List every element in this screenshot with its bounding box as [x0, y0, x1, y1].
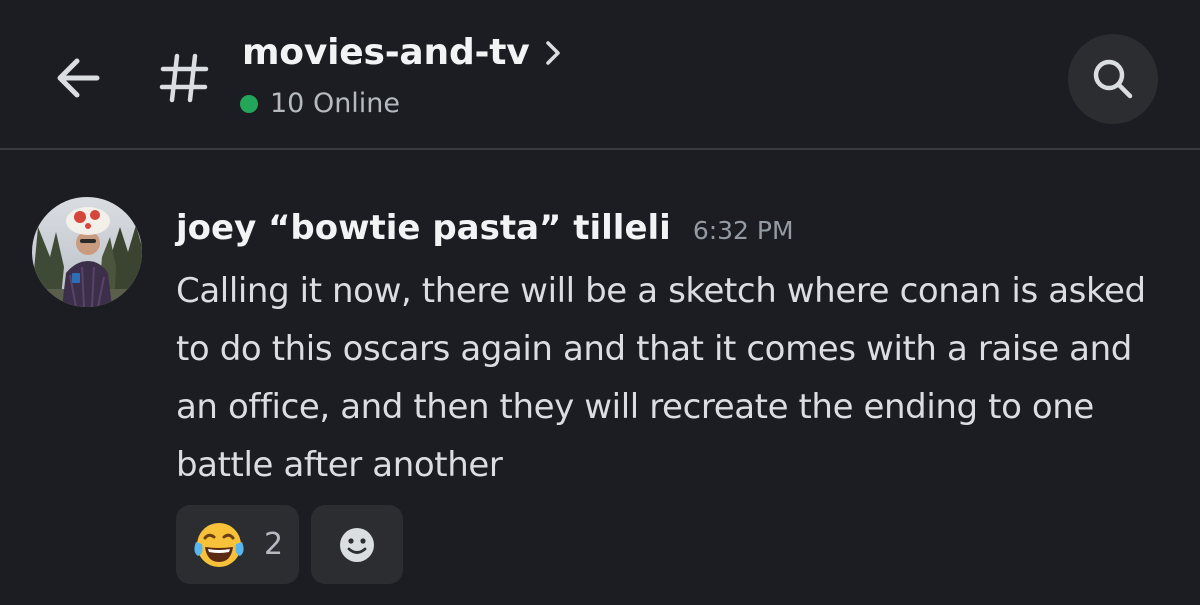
- channel-header: movies-and-tv 10 Online: [0, 0, 1200, 150]
- search-button[interactable]: [1068, 34, 1158, 124]
- search-icon: [1093, 59, 1133, 99]
- message-item: joey “bowtie pasta” tilleli 6:32 PM Call…: [0, 150, 1200, 605]
- reaction-count: 2: [264, 527, 284, 562]
- chevron-right-icon: [544, 39, 562, 67]
- reaction-laughing[interactable]: 2: [176, 505, 299, 584]
- message-header: joey “bowtie pasta” tilleli 6:32 PM: [176, 208, 794, 248]
- user-avatar[interactable]: [32, 197, 142, 307]
- channel-name: movies-and-tv: [242, 32, 530, 73]
- face-with-tears-of-joy-icon: [194, 522, 244, 567]
- reaction-bar: 2: [176, 505, 403, 584]
- online-status: 10 Online: [240, 86, 400, 122]
- hash-icon: [156, 48, 212, 108]
- online-count-label: 10 Online: [270, 88, 401, 119]
- arrow-left-icon: [57, 58, 100, 98]
- channel-title-button[interactable]: movies-and-tv: [242, 30, 562, 76]
- message-content: Calling it now, there will be a sketch w…: [176, 271, 1146, 485]
- add-reaction-smiley-icon: [340, 527, 374, 562]
- message-author[interactable]: joey “bowtie pasta” tilleli: [176, 208, 671, 248]
- message-timestamp: 6:32 PM: [692, 216, 794, 245]
- back-button[interactable]: [48, 48, 108, 108]
- online-status-dot: [240, 95, 258, 113]
- add-reaction-button[interactable]: [311, 505, 403, 584]
